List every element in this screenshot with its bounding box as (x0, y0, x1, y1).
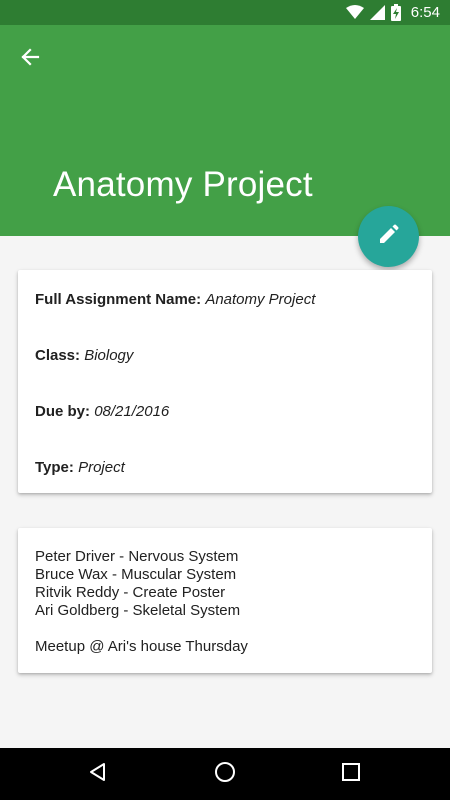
status-time: 6:54 (410, 4, 440, 21)
due-date-label: Due by: (35, 403, 91, 420)
app-bar: Anatomy Project (0, 25, 450, 236)
cellular-signal-icon (369, 5, 385, 20)
system-nav-bar (0, 748, 450, 800)
due-date-row: Due by: 08/21/2016 (35, 402, 415, 458)
page-title: Anatomy Project (53, 165, 313, 204)
arrow-back-icon (20, 47, 40, 72)
edit-button[interactable] (358, 206, 419, 267)
class-value: Biology (84, 347, 134, 364)
note-line: Bruce Wax - Muscular System (35, 566, 237, 583)
class-label: Class: (35, 347, 81, 364)
full-name-value: Anatomy Project (205, 291, 316, 308)
note-line: Ritvik Reddy - Create Poster (35, 584, 226, 601)
note-line: Ari Goldberg - Skeletal System (35, 602, 241, 619)
note-line: Peter Driver - Nervous System (35, 548, 239, 565)
edit-pencil-icon (378, 223, 400, 250)
back-button[interactable] (12, 41, 48, 77)
status-bar: 6:54 (0, 0, 450, 25)
back-triangle-icon (88, 762, 108, 787)
full-name-row: Full Assignment Name: Anatomy Project (35, 290, 415, 346)
type-value: Project (78, 459, 125, 476)
note-line: Meetup @ Ari's house Thursday (35, 638, 248, 655)
type-label: Type: (35, 459, 74, 476)
notes-card: Peter Driver - Nervous System Bruce Wax … (18, 528, 432, 673)
note-spacer (35, 620, 415, 638)
battery-charging-icon (390, 4, 401, 21)
type-row: Type: Project (35, 458, 415, 514)
nav-recents-button[interactable] (333, 756, 369, 792)
wifi-icon (345, 5, 364, 20)
recents-square-icon (342, 762, 360, 786)
due-date-value: 08/21/2016 (94, 403, 170, 420)
nav-home-button[interactable] (207, 756, 243, 792)
home-circle-icon (214, 761, 236, 788)
full-name-label: Full Assignment Name: (35, 291, 202, 308)
class-row: Class: Biology (35, 346, 415, 402)
assignment-details-card: Full Assignment Name: Anatomy Project Cl… (18, 270, 432, 493)
nav-back-button[interactable] (80, 756, 116, 792)
